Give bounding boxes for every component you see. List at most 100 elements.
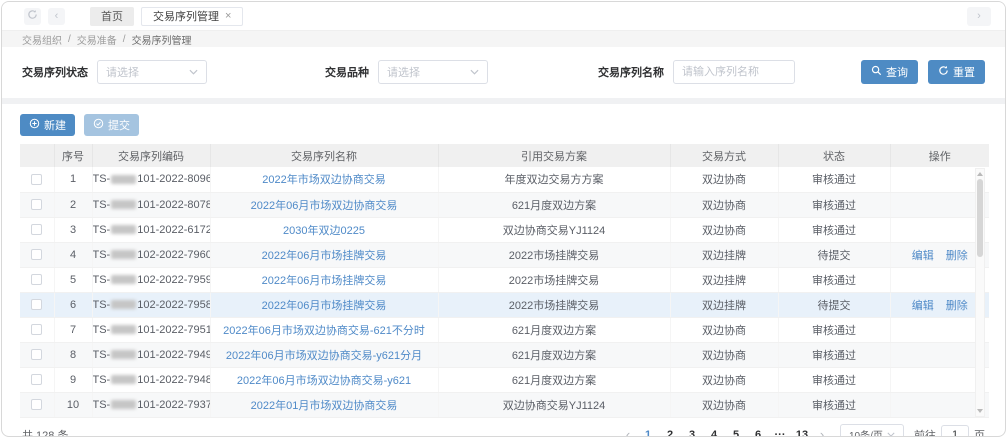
breadcrumb-item-current: 交易序列管理 xyxy=(132,32,192,47)
code-prefix: TS- xyxy=(93,299,111,311)
row-code: TS-102-2022-7959 xyxy=(92,267,210,292)
row-checkbox-cell xyxy=(20,317,54,342)
table-panel: 新建 提交 序号 交易序列编码 xyxy=(2,104,1005,418)
row-checkbox[interactable] xyxy=(31,324,42,335)
table-row[interactable]: 9 TS-101-2022-7948 2022年06月市场双边协商交易-y621… xyxy=(20,367,989,392)
scrollbar-thumb[interactable] xyxy=(977,179,983,257)
sequence-name-link[interactable]: 2022年06月市场双边协商交易-y621 xyxy=(237,375,411,387)
edit-link[interactable]: 编辑 xyxy=(912,250,934,262)
code-suffix: 101-2022-7951 xyxy=(137,324,210,336)
scroll-tabs-left-button[interactable]: ‹ xyxy=(48,8,65,25)
pagination-page-1[interactable]: 1 xyxy=(638,429,658,438)
table-row[interactable]: 7 TS-101-2022-7951 2022年06月市场双边协商交易-621不… xyxy=(20,317,989,342)
row-code: TS-101-2022-7949 xyxy=(92,342,210,367)
col-header-method: 交易方式 xyxy=(670,144,778,167)
scroll-down-icon[interactable] xyxy=(977,409,983,413)
row-method: 双边挂牌 xyxy=(670,242,778,267)
sequence-name-link[interactable]: 2030年双边0225 xyxy=(283,225,365,237)
breadcrumb-item[interactable]: 交易组织 xyxy=(22,32,62,47)
table-row[interactable]: 5 TS-102-2022-7959 2022年06月市场挂牌交易 2022市场… xyxy=(20,267,989,292)
trade-variety-select[interactable]: 请选择 xyxy=(378,60,488,84)
row-checkbox[interactable] xyxy=(31,374,42,385)
sequence-name-link[interactable]: 2022年06月市场挂牌交易 xyxy=(262,275,387,287)
scroll-up-icon[interactable] xyxy=(977,172,983,176)
delete-link[interactable]: 删除 xyxy=(946,300,968,312)
pagination-page-13[interactable]: 13 xyxy=(792,429,812,438)
row-checkbox[interactable] xyxy=(31,199,42,210)
table-row[interactable]: 10 TS-101-2022-7937 2022年01月市场双边协商交易 双边协… xyxy=(20,392,989,417)
sequence-name-link[interactable]: 2022年06月市场双边协商交易-621不分时 xyxy=(223,325,425,337)
row-checkbox[interactable] xyxy=(31,274,42,285)
row-method: 双边协商 xyxy=(670,317,778,342)
table-row[interactable]: 3 TS-101-2022-6172 2030年双边0225 双边协商交易YJ1… xyxy=(20,217,989,242)
row-checkbox-cell xyxy=(20,167,54,192)
refresh-tabs-button[interactable] xyxy=(24,8,41,25)
sequence-status-select[interactable]: 请选择 xyxy=(97,60,207,84)
table-row[interactable]: 8 TS-101-2022-7949 2022年06月市场双边协商交易-y621… xyxy=(20,342,989,367)
goto-suffix: 页 xyxy=(974,427,985,438)
create-button[interactable]: 新建 xyxy=(20,114,75,136)
table-row[interactable]: 6 TS-102-2022-7958 2022年06月市场挂牌交易 2022市场… xyxy=(20,292,989,317)
breadcrumb-separator: / xyxy=(123,34,126,45)
row-name-cell: 2030年双边0225 xyxy=(210,217,438,242)
next-page-icon[interactable]: › xyxy=(814,427,830,437)
sequence-name-link[interactable]: 2022年市场双边协商交易 xyxy=(262,174,385,186)
row-code: TS-101-2022-7948 xyxy=(92,367,210,392)
submit-button[interactable]: 提交 xyxy=(84,114,139,136)
row-checkbox[interactable] xyxy=(31,174,42,185)
row-checkbox[interactable] xyxy=(31,249,42,260)
pagination-page-2[interactable]: 2 xyxy=(660,429,680,438)
row-name-cell: 2022年06月市场挂牌交易 xyxy=(210,292,438,317)
row-plan: 双边协商交易YJ1124 xyxy=(438,217,670,242)
table-row[interactable]: 2 TS-101-2022-8078 2022年06月市场双边协商交易 621月… xyxy=(20,192,989,217)
table-row[interactable]: 1 TS-101-2022-8096 2022年市场双边协商交易 年度双边交易方… xyxy=(20,167,989,192)
pagination-page-5[interactable]: 5 xyxy=(726,429,746,438)
goto-page-input[interactable] xyxy=(941,425,969,438)
code-suffix: 102-2022-7959 xyxy=(137,274,210,286)
delete-link[interactable]: 删除 xyxy=(946,250,968,262)
prev-page-icon[interactable]: ‹ xyxy=(620,427,636,437)
pagination-page-4[interactable]: 4 xyxy=(704,429,724,438)
scroll-tabs-right-button[interactable]: › xyxy=(967,7,991,26)
filter-panel: 交易序列状态 请选择 交易品种 请选择 交易序列名称 查询 重置 xyxy=(2,47,1005,98)
row-checkbox[interactable] xyxy=(31,399,42,410)
sequence-name-link[interactable]: 2022年06月市场挂牌交易 xyxy=(262,250,387,262)
reset-button[interactable]: 重置 xyxy=(928,60,985,84)
tab-home[interactable]: 首页 xyxy=(90,7,134,26)
row-checkbox[interactable] xyxy=(31,224,42,235)
col-header-index: 序号 xyxy=(54,144,92,167)
pagination-page-3[interactable]: 3 xyxy=(682,429,702,438)
row-index: 10 xyxy=(54,392,92,417)
sequence-name-link[interactable]: 2022年01月市场双边协商交易 xyxy=(251,400,398,412)
row-index: 2 xyxy=(54,192,92,217)
pagination-page-6[interactable]: 6 xyxy=(748,429,768,438)
vertical-scrollbar[interactable] xyxy=(975,168,985,417)
code-suffix: 102-2022-7958 xyxy=(137,299,210,311)
row-checkbox[interactable] xyxy=(31,349,42,360)
row-checkbox-cell xyxy=(20,192,54,217)
table-row[interactable]: 4 TS-102-2022-7960 2022年06月市场挂牌交易 2022市场… xyxy=(20,242,989,267)
sequence-name-link[interactable]: 2022年06月市场双边协商交易-y621分月 xyxy=(226,350,422,362)
sequence-name-label: 交易序列名称 xyxy=(598,64,664,80)
row-method: 双边协商 xyxy=(670,167,778,192)
search-icon xyxy=(871,65,882,79)
sequence-name-input[interactable] xyxy=(673,60,795,84)
row-index: 6 xyxy=(54,292,92,317)
sequence-name-link[interactable]: 2022年06月市场挂牌交易 xyxy=(262,300,387,312)
tab-sequence-management[interactable]: 交易序列管理 × xyxy=(141,7,243,26)
chevron-down-icon xyxy=(470,69,479,75)
row-checkbox[interactable] xyxy=(31,299,42,310)
row-method: 双边挂牌 xyxy=(670,267,778,292)
col-header-plan: 引用交易方案 xyxy=(438,144,670,167)
code-suffix: 101-2022-7937 xyxy=(137,399,210,411)
edit-link[interactable]: 编辑 xyxy=(912,300,934,312)
sequence-name-link[interactable]: 2022年06月市场双边协商交易 xyxy=(251,200,398,212)
breadcrumb-item[interactable]: 交易准备 xyxy=(77,32,117,47)
goto-page: 前往 页 xyxy=(914,425,985,438)
row-status: 审核通过 xyxy=(778,392,890,417)
row-name-cell: 2022年06月市场双边协商交易-y621分月 xyxy=(210,342,438,367)
code-prefix: TS- xyxy=(93,199,111,211)
search-button[interactable]: 查询 xyxy=(861,60,918,84)
close-icon[interactable]: × xyxy=(225,11,231,22)
page-size-select[interactable]: 10条/页 xyxy=(840,424,904,438)
